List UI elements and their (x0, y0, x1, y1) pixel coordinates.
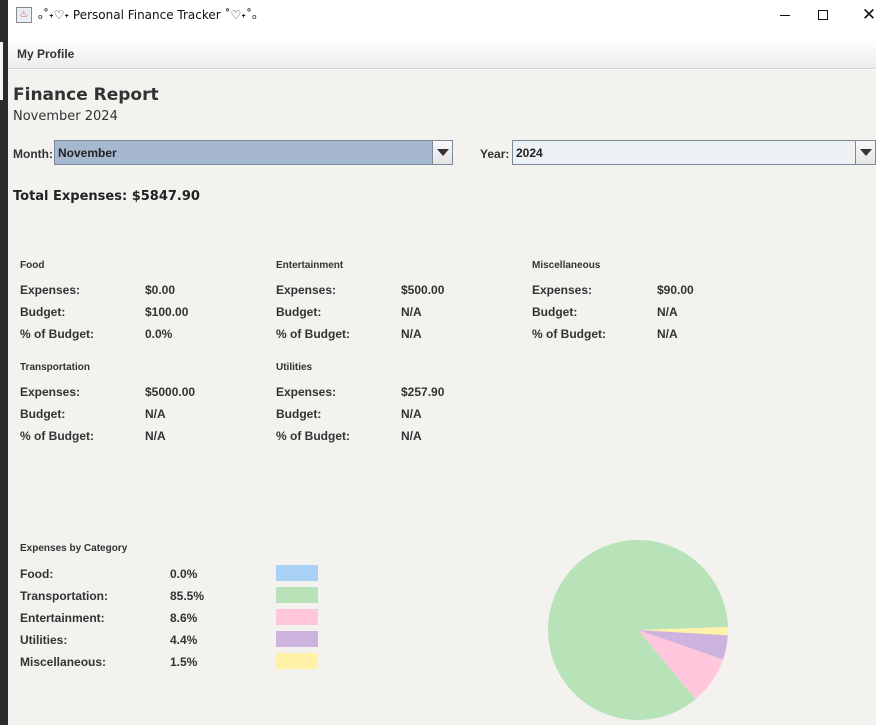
legend-percent: 4.4% (170, 633, 198, 647)
percent-label: % of Budget: (20, 429, 94, 443)
menu-my-profile[interactable]: My Profile (17, 47, 74, 61)
total-expenses: Total Expenses: $5847.90 (13, 189, 200, 204)
legend-swatch (276, 653, 318, 669)
expenses-value: $90.00 (657, 283, 694, 297)
expenses-label: Expenses: (276, 283, 337, 297)
legend-percent: 8.6% (170, 611, 198, 625)
category-title: Food (20, 260, 45, 271)
month-dropdown-button[interactable] (432, 141, 452, 164)
budget-value: N/A (401, 305, 422, 319)
title-bar[interactable]: ♨ ₒ˚˖♡˖ Personal Finance Tracker ˚♡˖˚ₒ ✕ (8, 0, 876, 32)
window-left-edge-notch (0, 42, 3, 100)
minimize-icon (780, 14, 790, 16)
legend-swatch (276, 565, 318, 581)
legend-label: Miscellaneous: (20, 655, 107, 669)
category-title: Transportation (20, 362, 91, 373)
menu-bar: My Profile (8, 38, 876, 69)
legend-percent: 85.5% (170, 589, 205, 603)
legend-item-miscellaneous: Miscellaneous: 1.5% (20, 653, 320, 671)
report-panel: Finance Report November 2024 Month: Nove… (8, 70, 876, 725)
maximize-icon (818, 10, 828, 20)
expenses-value: $0.00 (145, 283, 176, 297)
legend-label: Entertainment: (20, 611, 105, 625)
budget-value: N/A (145, 407, 166, 421)
budget-value: $100.00 (145, 305, 189, 319)
legend-label: Utilities: (20, 633, 68, 647)
percent-value: N/A (401, 327, 422, 341)
maximize-button[interactable] (800, 0, 846, 30)
month-label: Month: (13, 147, 53, 161)
page-title: Finance Report (13, 85, 159, 105)
legend-swatch (276, 587, 318, 603)
year-label: Year: (480, 147, 510, 161)
year-select[interactable]: 2024 (512, 140, 876, 165)
percent-label: % of Budget: (532, 327, 606, 341)
expenses-label: Expenses: (20, 385, 81, 399)
legend-swatch (276, 631, 318, 647)
legend-percent: 0.0% (170, 567, 198, 581)
percent-value: N/A (401, 429, 422, 443)
legend-item-utilities: Utilities: 4.4% (20, 631, 320, 649)
expenses-value: $500.00 (401, 283, 445, 297)
expenses-value: $257.90 (401, 385, 445, 399)
percent-value: N/A (657, 327, 678, 341)
chevron-down-icon (436, 149, 449, 156)
percent-label: % of Budget: (276, 327, 350, 341)
budget-label: Budget: (20, 407, 66, 421)
month-select-value[interactable]: November (55, 141, 432, 164)
java-cup-icon: ♨ (16, 7, 32, 23)
year-select-value[interactable]: 2024 (513, 141, 855, 164)
month-select[interactable]: November (54, 140, 453, 165)
year-dropdown-button[interactable] (855, 141, 875, 164)
percent-value: 0.0% (145, 327, 173, 341)
expenses-value: $5000.00 (145, 385, 196, 399)
expenses-label: Expenses: (276, 385, 337, 399)
legend-item-food: Food: 0.0% (20, 565, 320, 583)
budget-label: Budget: (276, 305, 322, 319)
percent-label: % of Budget: (20, 327, 94, 341)
budget-label: Budget: (532, 305, 578, 319)
budget-value: N/A (401, 407, 422, 421)
expenses-pie-chart (548, 540, 729, 721)
category-title: Miscellaneous (532, 260, 601, 271)
category-title: Utilities (276, 362, 313, 373)
expenses-label: Expenses: (20, 283, 81, 297)
close-button[interactable]: ✕ (846, 0, 876, 30)
category-title: Entertainment (276, 260, 344, 271)
percent-value: N/A (145, 429, 166, 443)
budget-label: Budget: (276, 407, 322, 421)
legend-label: Food: (20, 567, 54, 581)
expenses-label: Expenses: (532, 283, 593, 297)
percent-label: % of Budget: (276, 429, 350, 443)
legend-title: Expenses by Category (20, 543, 128, 554)
window-left-edge (0, 0, 8, 725)
legend-swatch (276, 609, 318, 625)
window-title: ₒ˚˖♡˖ Personal Finance Tracker ˚♡˖˚ₒ (38, 8, 257, 22)
legend-label: Transportation: (20, 589, 109, 603)
page-subtitle: November 2024 (13, 109, 118, 124)
budget-value: N/A (657, 305, 678, 319)
legend-percent: 1.5% (170, 655, 198, 669)
legend-item-entertainment: Entertainment: 8.6% (20, 609, 320, 627)
legend-item-transportation: Transportation: 85.5% (20, 587, 320, 605)
close-icon: ✕ (861, 4, 876, 25)
budget-label: Budget: (20, 305, 66, 319)
chevron-down-icon (859, 149, 872, 156)
